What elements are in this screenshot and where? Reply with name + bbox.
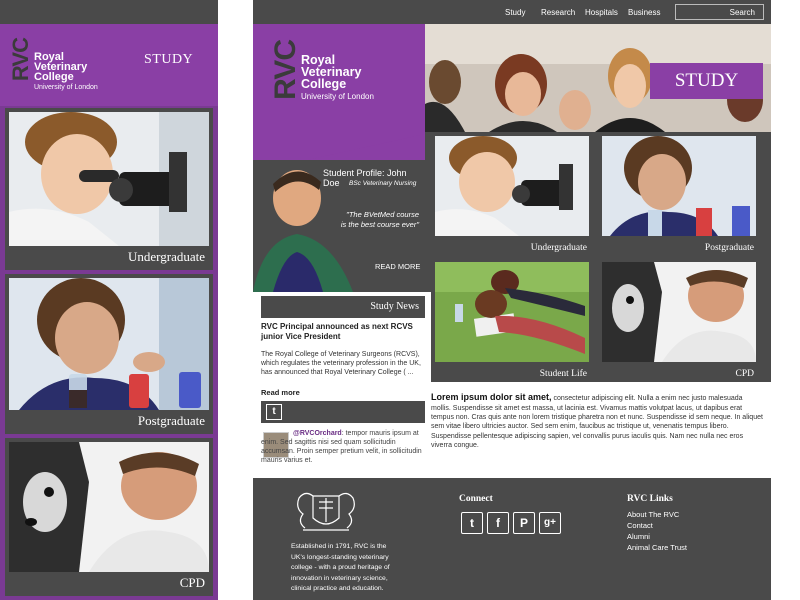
students-on-grass-photo <box>435 262 589 362</box>
card-caption: Postgraduate <box>137 413 205 428</box>
logo-mark: RVC <box>269 40 302 100</box>
rvc-links-heading: RVC Links <box>627 494 673 504</box>
card-cpd[interactable]: CPD <box>598 258 760 382</box>
vet-with-dog-photo <box>9 442 209 572</box>
intro-paragraph: Lorem ipsum dolor sit amet, consectetur … <box>431 392 763 450</box>
logo-subtitle: University of London <box>34 84 98 91</box>
footer-link-contact[interactable]: Contact <box>627 521 653 530</box>
mobile-top-bar <box>0 0 218 24</box>
mobile-study-label[interactable]: STUDY <box>144 52 193 68</box>
card-caption: Undergraduate <box>530 243 587 253</box>
study-news-heading: Study News <box>370 301 419 312</box>
desktop-layout: Study Research Hospitals Business Search… <box>253 0 771 600</box>
logo-name-3: College <box>34 71 74 83</box>
intro-heading: Lorem ipsum dolor sit amet, <box>431 392 552 402</box>
footer-link-animal-care-trust[interactable]: Animal Care Trust <box>627 543 687 552</box>
profile-quote: "The BVetMed course is the best course e… <box>340 210 419 230</box>
desktop-header: RVC Royal Veterinary College University … <box>253 24 425 172</box>
card-caption: Student Life <box>539 369 587 379</box>
card-postgraduate[interactable]: Postgraduate <box>598 132 760 256</box>
vet-with-dog-photo <box>602 262 756 362</box>
search-label: Search <box>729 8 755 17</box>
news-body: The Royal College of Veterinary Surgeons… <box>261 351 421 377</box>
nav-business[interactable]: Business <box>628 8 660 17</box>
profile-subtitle: BSc Veterinary Nursing <box>349 180 417 187</box>
news-headline[interactable]: RVC Principal announced as next RCVS jun… <box>261 322 427 342</box>
nav-research[interactable]: Research <box>541 8 575 17</box>
nav-study[interactable]: Study <box>505 8 525 17</box>
card-undergraduate[interactable]: Undergraduate <box>431 132 593 256</box>
search-input[interactable]: Search <box>675 4 764 20</box>
news-read-more[interactable]: Read more <box>261 388 300 397</box>
tweet-text: @RVCOrchard: tempor mauris ipsum at enim… <box>261 429 427 465</box>
rvc-logo[interactable]: RVC Royal Veterinary College University … <box>8 36 128 96</box>
mobile-card-undergraduate[interactable]: Undergraduate <box>5 108 213 270</box>
researcher-test-tubes-photo <box>602 136 756 236</box>
intro-body: consectetur adipiscing elit. Nulla a eni… <box>431 395 763 449</box>
student-microscope-photo <box>435 136 589 236</box>
tweet-handle[interactable]: @RVCOrchard <box>293 430 342 437</box>
card-student-life[interactable]: Student Life <box>431 258 593 382</box>
footer: Established in 1791, RVC is the UK's lon… <box>253 478 771 600</box>
twitter-icon[interactable]: t <box>461 512 483 534</box>
profile-read-more[interactable]: READ MORE <box>375 262 420 271</box>
logo-subtitle: University of London <box>301 92 374 101</box>
nav-hospitals[interactable]: Hospitals <box>585 8 618 17</box>
tweet-body: : tempor mauris ipsum at enim. Sed sagit… <box>261 430 422 465</box>
study-hero-banner[interactable]: STUDY <box>650 63 763 99</box>
footer-established-text: Established in 1791, RVC is the UK's lon… <box>291 543 390 593</box>
mobile-card-postgraduate[interactable]: Postgraduate <box>5 274 213 434</box>
student-microscope-photo <box>9 112 209 246</box>
top-navigation: Study Research Hospitals Business Search <box>253 0 771 24</box>
intro-text-block: Lorem ipsum dolor sit amet, consectetur … <box>431 382 771 478</box>
footer-link-alumni[interactable]: Alumni <box>627 532 650 541</box>
mobile-layout: RVC Royal Veterinary College University … <box>0 0 218 600</box>
card-caption: CPD <box>179 575 205 590</box>
mobile-header: RVC Royal Veterinary College University … <box>0 24 218 106</box>
card-caption: Undergraduate <box>127 249 205 264</box>
mobile-card-cpd[interactable]: CPD <box>5 438 213 596</box>
connect-heading: Connect <box>459 494 493 504</box>
study-news-header: Study News <box>261 296 425 318</box>
researcher-test-tubes-photo <box>9 278 209 410</box>
twitter-bar: t <box>261 401 425 423</box>
card-caption: Postgraduate <box>704 243 754 253</box>
logo-mark: RVC <box>8 38 33 82</box>
rvc-crest-logo <box>297 492 355 531</box>
student-profile[interactable]: Student Profile: John Doe BSc Veterinary… <box>253 160 425 292</box>
twitter-icon[interactable]: t <box>266 404 282 420</box>
rvc-logo[interactable]: RVC Royal Veterinary College University … <box>269 38 419 108</box>
googleplus-icon[interactable]: g+ <box>539 512 561 534</box>
footer-link-about[interactable]: About The RVC <box>627 510 679 519</box>
facebook-icon[interactable]: f <box>487 512 509 534</box>
pinterest-icon[interactable]: P <box>513 512 535 534</box>
news-column: Study News RVC Principal announced as ne… <box>253 292 431 478</box>
logo-name-3: College <box>301 77 347 91</box>
card-caption: CPD <box>735 369 754 379</box>
